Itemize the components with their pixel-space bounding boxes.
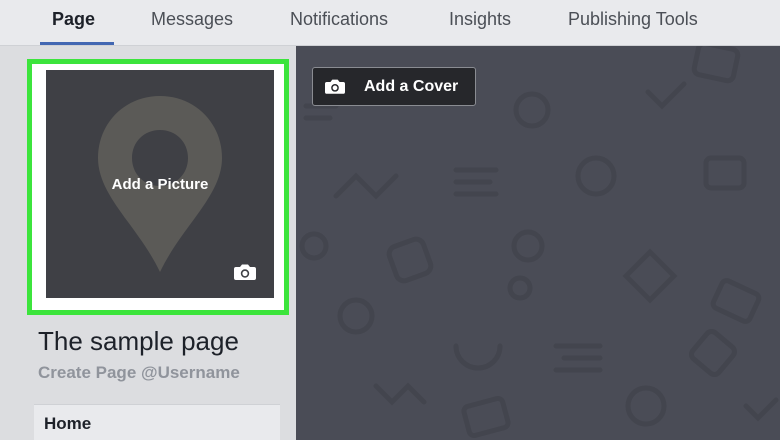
page-title: The sample page: [38, 326, 239, 356]
active-tab-indicator: [40, 42, 114, 45]
create-username-link[interactable]: Create Page @Username: [38, 363, 240, 383]
add-picture-button[interactable]: Add a Picture: [46, 70, 274, 298]
sidebar-item-label: Home: [44, 414, 92, 433]
tab-insights[interactable]: Insights: [449, 9, 511, 30]
page-nav-bar: Page Messages Notifications Insights Pub…: [0, 0, 780, 46]
tab-publishing-tools[interactable]: Publishing Tools: [568, 9, 698, 30]
camera-icon[interactable]: [234, 264, 256, 280]
sidebar-item-home[interactable]: Home: [34, 404, 280, 440]
tab-messages[interactable]: Messages: [151, 9, 233, 30]
camera-icon: [325, 79, 345, 94]
add-picture-label: Add a Picture: [111, 176, 209, 193]
tab-page[interactable]: Page: [52, 9, 95, 30]
add-cover-button[interactable]: Add a Cover: [312, 67, 476, 106]
add-cover-label: Add a Cover: [364, 78, 459, 95]
cover-photo-area: Add a Cover: [296, 46, 780, 440]
tab-notifications[interactable]: Notifications: [290, 9, 388, 30]
